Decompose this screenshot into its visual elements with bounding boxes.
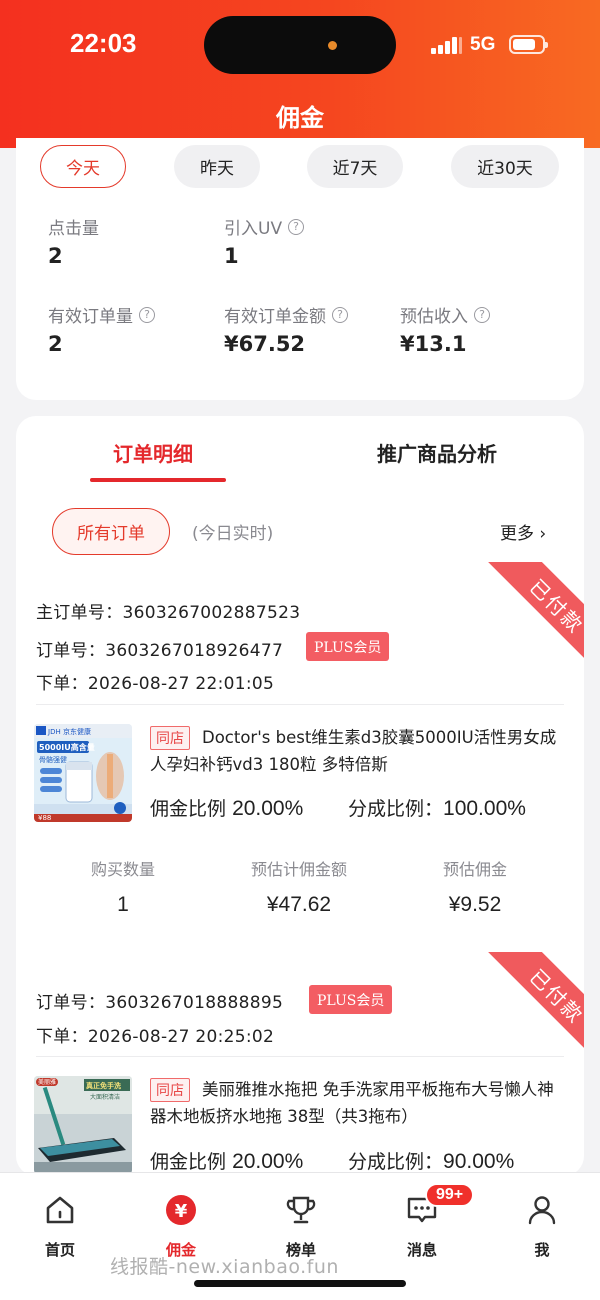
- commission-rate: 佣金比例 20.00%: [150, 797, 304, 820]
- filter-all-orders[interactable]: 所有订单: [52, 508, 170, 555]
- est-commission-value: ¥9.52: [448, 893, 502, 916]
- help-icon[interactable]: ?: [474, 306, 490, 323]
- valid-orders-value: 2: [48, 332, 63, 356]
- product-thumbnail[interactable]: JDH 京东健康 5000IU高含量 骨骼强健 ¥88: [34, 724, 132, 822]
- thumb-sub: 骨骼强健: [39, 755, 67, 764]
- signal-icon: [431, 36, 463, 54]
- est-amount-label: 预估计佣金额: [250, 860, 347, 879]
- home-icon: [46, 1196, 74, 1224]
- period-today[interactable]: 今天: [40, 145, 126, 188]
- est-commission-label: 预估佣金: [442, 860, 507, 879]
- svg-text:¥: ¥: [175, 1201, 188, 1222]
- thumb-sub: 大面积清洁: [90, 1093, 120, 1101]
- valid-orders-label: 有效订单量?: [48, 302, 155, 327]
- unread-badge: 99+: [425, 1183, 475, 1207]
- thumb-headline: 5000IU高含量: [39, 742, 95, 752]
- tab-commission[interactable]: ¥ 佣金: [136, 1193, 226, 1260]
- order-number: 订单号：3603267018926477: [36, 641, 284, 661]
- order-time: 下单：2026-08-27 22:01:05: [36, 674, 275, 694]
- main-order-number: 主订单号：3603267002887523: [36, 603, 301, 623]
- help-icon[interactable]: ?: [288, 218, 305, 235]
- period-yesterday[interactable]: 昨天: [174, 145, 260, 188]
- est-income-value: ¥13.1: [400, 332, 467, 356]
- app-header: 22:03 5G 佣金: [0, 0, 600, 148]
- home-indicator: [194, 1280, 406, 1287]
- commission-icon: ¥: [166, 1195, 196, 1225]
- watermark: 线报酷-new.xianbao.fun: [110, 1256, 339, 1278]
- stats-card: 今天 昨天 近7天 近30天 点击量 2 引入UV? 1 有效订单量? 2 有效…: [16, 138, 584, 400]
- uv-label: 引入UV?: [224, 214, 305, 239]
- tab-me[interactable]: 我: [497, 1193, 587, 1260]
- page-title: 佣金: [276, 104, 324, 132]
- qty-value: 1: [117, 893, 129, 916]
- product-title[interactable]: Doctor's best维生素d3胶囊5000IU活性男女成人孕妇补钙vd3 …: [150, 724, 560, 778]
- order-time: 下单：2026-08-27 20:25:02: [36, 1027, 275, 1047]
- plus-member-badge: PLUS会员: [306, 632, 390, 661]
- valid-amount-value: ¥67.52: [224, 332, 306, 356]
- thumb-brand: JDH 京东健康: [47, 727, 91, 736]
- share-rate: 分成比例：90.00%: [348, 1150, 515, 1173]
- tab-messages[interactable]: 消息 99+: [377, 1183, 475, 1260]
- divider: [36, 704, 564, 705]
- valid-amount-label: 有效订单金额?: [224, 302, 348, 327]
- thumb-brand: 美丽雅: [38, 1078, 56, 1086]
- period-7days[interactable]: 近7天: [307, 145, 403, 188]
- user-icon: [528, 1196, 556, 1225]
- clicks-value: 2: [48, 244, 63, 268]
- product-thumbnail[interactable]: 美丽雅 真正免手洗 大面积清洁: [34, 1076, 132, 1174]
- qty-label: 购买数量: [90, 860, 155, 879]
- product-title[interactable]: 美丽雅推水拖把 免手洗家用平板拖布大号懒人神器木地板挤水地拖 38型（共3拖布）: [150, 1076, 560, 1130]
- dynamic-island: [204, 16, 396, 74]
- est-amount-value: ¥47.62: [266, 893, 332, 916]
- orders-card: 订单明细 推广商品分析 所有订单 (今日实时) 更多 › 已付款 主订单号：36…: [16, 416, 584, 1176]
- thumb-price: ¥88: [38, 814, 51, 822]
- trophy-icon: [286, 1196, 316, 1224]
- commission-rate: 佣金比例 20.00%: [150, 1150, 304, 1173]
- realtime-note: (今日实时): [192, 524, 274, 544]
- battery-icon: [509, 35, 548, 54]
- status-ribbon: 已付款: [484, 952, 584, 1052]
- period-30days[interactable]: 近30天: [451, 145, 559, 188]
- clicks-label: 点击量: [48, 219, 99, 239]
- status-ribbon: 已付款: [484, 562, 584, 662]
- network-type: 5G: [470, 34, 496, 55]
- tab-order-details[interactable]: 订单明细: [113, 438, 193, 467]
- tab-home[interactable]: 首页: [15, 1193, 105, 1260]
- uv-value: 1: [224, 244, 239, 268]
- plus-member-badge: PLUS会员: [309, 985, 393, 1014]
- thumb-headline: 真正免手洗: [86, 1081, 121, 1090]
- help-icon[interactable]: ?: [139, 306, 155, 323]
- help-icon[interactable]: ?: [332, 306, 348, 323]
- tab-product-analysis[interactable]: 推广商品分析: [377, 438, 497, 467]
- divider: [36, 1056, 564, 1057]
- est-income-label: 预估收入?: [400, 302, 490, 327]
- more-link[interactable]: 更多 ›: [500, 519, 546, 544]
- status-time: 22:03: [70, 28, 137, 58]
- active-tab-indicator: [90, 478, 226, 482]
- share-rate: 分成比例：100.00%: [348, 797, 526, 820]
- tab-ranking[interactable]: 榜单: [256, 1193, 346, 1260]
- order-number: 订单号：3603267018888895: [36, 993, 284, 1013]
- camera-dot: [328, 41, 337, 50]
